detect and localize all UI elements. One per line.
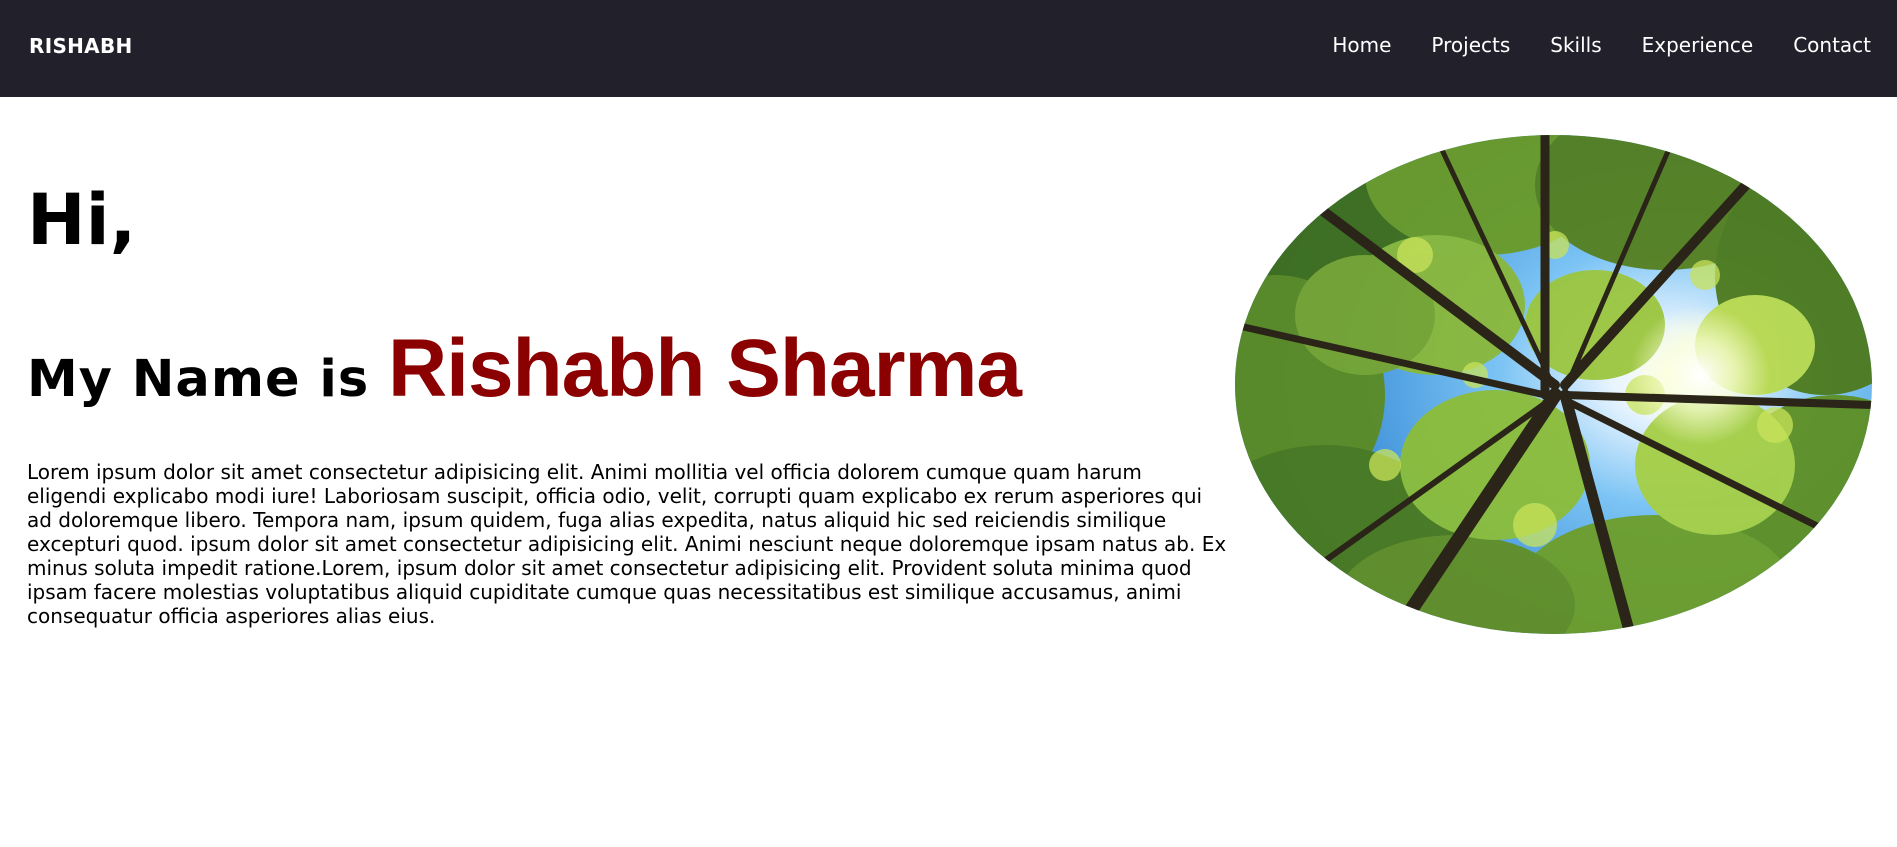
greeting-heading: Hi, [27,179,137,261]
brand-logo[interactable]: RISHABH [29,34,133,58]
bio-paragraph: Lorem ipsum dolor sit amet consectetur a… [27,460,1227,628]
nav-link-projects[interactable]: Projects [1431,33,1510,57]
hero-section: Hi, My Name is Rishabh Sharma Lorem ipsu… [0,97,1897,847]
forest-canopy-image [1235,135,1872,634]
intro-heading: My Name is Rishabh Sharma [27,322,1022,416]
navbar: RISHABH Home Projects Skills Experience … [0,0,1897,97]
nav-link-contact[interactable]: Contact [1793,33,1871,57]
intro-prefix: My Name is [27,350,388,409]
profile-photo [1235,135,1872,634]
intro-name: Rishabh Sharma [387,323,1022,414]
nav-links: Home Projects Skills Experience Contact [1332,33,1871,57]
nav-link-skills[interactable]: Skills [1550,33,1601,57]
nav-link-home[interactable]: Home [1332,33,1391,57]
nav-link-experience[interactable]: Experience [1642,33,1754,57]
